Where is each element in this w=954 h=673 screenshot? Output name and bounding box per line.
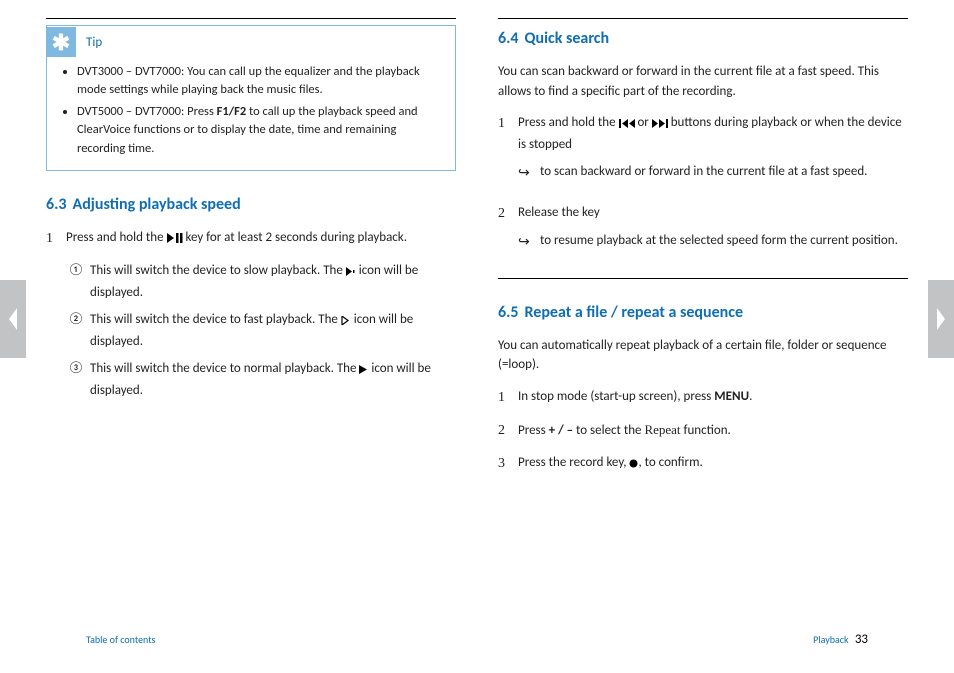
heading-6-4: 6.4 Quick search [498, 29, 908, 48]
paragraph: You can scan backward or forward in the … [498, 62, 908, 101]
text-bold: MENU [714, 389, 749, 404]
heading-6-5: 6.5 Repeat a file / repeat a sequence [498, 303, 908, 322]
result: ↪ to scan backward or forward in the cur… [518, 162, 908, 183]
text: or [635, 115, 652, 130]
substep-marker: ② [68, 310, 90, 328]
rule [498, 18, 908, 19]
text-bold: + / – [549, 423, 573, 438]
chevron-right-icon [934, 306, 948, 332]
substep-marker: ① [68, 261, 90, 279]
text: Press and hold the [518, 115, 619, 130]
section-number: 6.5 [498, 303, 519, 322]
next-page-button[interactable] [928, 280, 954, 358]
substep-marker: ③ [68, 359, 90, 377]
page-footer: Table of contents Playback 33 [86, 632, 868, 647]
section-link[interactable]: Playback [813, 633, 848, 646]
result: ↪ to resume playback at the selected spe… [518, 231, 908, 252]
tip-item: DVT5000 – DVT7000: Press F1/F2 to call u… [77, 103, 445, 157]
step-number: 1 [498, 387, 518, 408]
text: to scan backward or forward in the curre… [540, 162, 908, 182]
step-number: 3 [498, 453, 518, 474]
step: 1 In stop mode (start-up screen), press … [498, 387, 908, 408]
tip-box: ✱ Tip DVT3000 – DVT7000: You can call up… [46, 25, 456, 171]
rule [498, 278, 908, 279]
step-body: Press + / – to select the Repeat functio… [518, 420, 908, 441]
play-pause-icon [167, 230, 183, 250]
text: , to confirm. [638, 455, 702, 470]
result-arrow-icon: ↪ [518, 231, 540, 252]
slow-play-icon [346, 263, 356, 283]
prev-page-button[interactable] [0, 280, 26, 358]
step-body: Press and hold the or buttons during pla… [518, 113, 908, 191]
text: . [749, 389, 752, 404]
step-body: Press the record key, , to confirm. [518, 453, 908, 475]
text: DVT5000 – DVT7000: Press [77, 104, 217, 119]
toc-link[interactable]: Table of contents [86, 633, 155, 646]
substep: ③ This will switch the device to normal … [68, 359, 456, 400]
asterisk-icon: ✱ [46, 27, 76, 57]
section-number: 6.4 [498, 29, 519, 48]
tip-item: DVT3000 – DVT7000: You can call up the e… [77, 63, 445, 99]
section-title: Repeat a file / repeat a sequence [525, 303, 744, 322]
step: 3 Press the record key, , to confirm. [498, 453, 908, 475]
text: This will switch the device to fast play… [90, 312, 341, 327]
left-column: ✱ Tip DVT3000 – DVT7000: You can call up… [40, 18, 462, 673]
right-column: 6.4 Quick search You can scan backward or… [492, 18, 914, 673]
section-title: Quick search [525, 29, 610, 48]
substep-body: This will switch the device to fast play… [90, 310, 456, 351]
text: key for at least 2 seconds during playba… [183, 230, 407, 245]
text: function. [681, 423, 731, 438]
section-title: Adjusting playback speed [73, 195, 241, 214]
chevron-left-icon [6, 306, 20, 332]
text: This will switch the device to normal pl… [90, 361, 359, 376]
result-arrow-icon: ↪ [518, 162, 540, 183]
heading-6-3: 6.3 Adjusting playback speed [46, 195, 456, 214]
fast-play-icon [341, 312, 351, 332]
step-number: 2 [498, 420, 518, 441]
step-body: Release the key ↪ to resume playback at … [518, 203, 908, 260]
step: 2 Press + / – to select the Repeat funct… [498, 420, 908, 441]
substep: ① This will switch the device to slow pl… [68, 261, 456, 302]
substep: ② This will switch the device to fast pl… [68, 310, 456, 351]
footer-right: Playback 33 [813, 632, 868, 647]
text-function: Repeat [644, 422, 680, 437]
step-number: 2 [498, 203, 518, 224]
text: Release the key [518, 205, 600, 220]
text: Press the record key, [518, 455, 629, 470]
substep-body: This will switch the device to slow play… [90, 261, 456, 302]
text: Press and hold the [66, 230, 167, 245]
step-body: In stop mode (start-up screen), press ME… [518, 387, 908, 407]
page-content: ✱ Tip DVT3000 – DVT7000: You can call up… [40, 0, 914, 673]
step-number: 1 [46, 228, 66, 249]
step: 1 Press and hold the or buttons during p… [498, 113, 908, 191]
text: DVT3000 – DVT7000: You can call up the e… [77, 64, 420, 97]
section-number: 6.3 [46, 195, 67, 214]
step-number: 1 [498, 113, 518, 134]
text: In stop mode (start-up screen), press [518, 389, 714, 404]
text: Press [518, 423, 549, 438]
paragraph: You can automatically repeat playback of… [498, 336, 908, 375]
tip-label: Tip [86, 35, 102, 50]
text-bold: F1/F2 [217, 104, 247, 119]
page-number: 33 [855, 632, 868, 647]
text: to resume playback at the selected speed… [540, 231, 908, 251]
tip-body: DVT3000 – DVT7000: You can call up the e… [47, 61, 455, 170]
fast-forward-icon [652, 115, 668, 135]
step: 1 Press and hold the key for at least 2 … [46, 228, 456, 250]
rule [46, 18, 456, 19]
step: 2 Release the key ↪ to resume playback a… [498, 203, 908, 260]
text: This will switch the device to slow play… [90, 263, 346, 278]
tip-header: ✱ Tip [47, 26, 455, 61]
text: to select the [573, 423, 644, 438]
rewind-icon [619, 115, 635, 135]
substep-body: This will switch the device to normal pl… [90, 359, 456, 400]
step-body: Press and hold the key for at least 2 se… [66, 228, 456, 250]
